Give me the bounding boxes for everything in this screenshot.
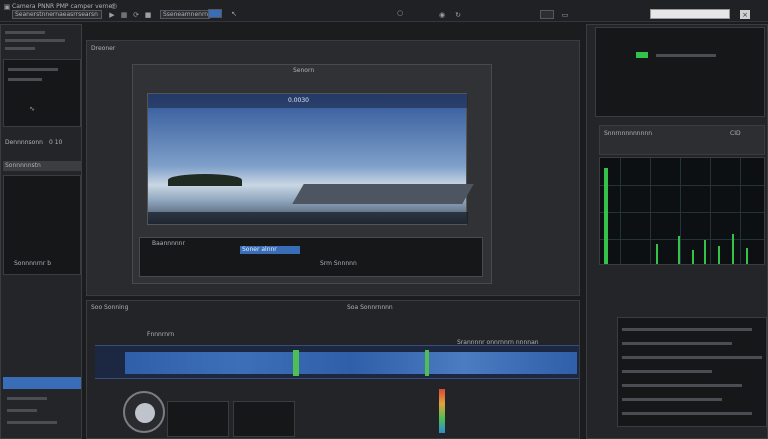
- timeline-center-label: Soa Sonnrnnnn: [347, 304, 393, 311]
- target-icon[interactable]: ◉: [438, 11, 446, 19]
- top-right-field[interactable]: [650, 9, 730, 19]
- scope-readout: CID: [730, 130, 741, 137]
- viewer-bottom-panel: Baannnnnr Soner alnnr Srm Snnnnn: [139, 237, 483, 277]
- info-icon[interactable]: ◎: [110, 2, 118, 10]
- left-tab[interactable]: Sonnnnnstn: [3, 161, 81, 171]
- preview-value: 0.0030: [288, 97, 309, 104]
- close-icon[interactable]: ×: [740, 10, 750, 19]
- right-bottom-box: [617, 317, 767, 427]
- viewer-bottom-tab[interactable]: Soner alnnr: [240, 246, 300, 254]
- left-label-a: Dennnnsonn: [5, 139, 43, 146]
- scope-display: [599, 157, 765, 265]
- grid-icon[interactable]: ▦: [120, 11, 128, 19]
- window-title: Camera PNNR PMP camper verner: [12, 3, 115, 10]
- right-panel: Snnrnnnnnnnnn CID: [586, 24, 768, 439]
- preview-scrub[interactable]: [148, 212, 468, 224]
- menu-bar: ▣ Camera PNNR PMP camper verner ◎ Seaner…: [0, 0, 768, 22]
- screen-button[interactable]: [540, 10, 554, 19]
- scope-header: Snnrnnnnnnnnn CID: [599, 125, 765, 155]
- left-viewport: ∿: [3, 59, 81, 127]
- dial-fill: [135, 403, 155, 423]
- stop-icon[interactable]: ■: [144, 11, 152, 19]
- ring-icon[interactable]: ○: [395, 8, 405, 18]
- left-list-label: Sonnnnrnr b: [14, 260, 52, 267]
- viewer-bottom-right-label: Srm Snnnnn: [320, 260, 357, 267]
- island: [168, 174, 242, 186]
- doc-tab[interactable]: Seanerstnnernaeasrrsearsn: [12, 10, 102, 19]
- left-selected-row[interactable]: [3, 377, 81, 389]
- clip-marker-b[interactable]: [425, 350, 429, 376]
- toggle-switch[interactable]: [208, 9, 222, 18]
- viewer-tab[interactable]: Dreoner: [91, 45, 115, 52]
- left-panel: ∿ Dennnnsonn 0 10 Sonnnnnstn Sonnnnrnr b: [0, 24, 82, 439]
- road: [292, 184, 474, 204]
- clip-marker-a[interactable]: [293, 350, 299, 376]
- waveform-track: [125, 352, 577, 374]
- timeline-panel: Soo Sonning Soa Sonnrnnnn Fnnnrnrn Srann…: [86, 300, 580, 439]
- scope-title: Snnrnnnnnnnnn: [604, 130, 652, 137]
- timeline-tab[interactable]: Soo Sonning: [91, 304, 128, 311]
- green-indicator: [636, 52, 648, 58]
- play-icon[interactable]: ▶: [108, 11, 116, 19]
- loop-icon[interactable]: ⟳: [132, 11, 140, 19]
- mini-graph-b: [233, 401, 295, 437]
- video-preview: 0.0030: [147, 93, 474, 225]
- cursor-icon[interactable]: ↖: [230, 10, 238, 18]
- dial[interactable]: [123, 391, 165, 433]
- left-readout: 0 10: [49, 139, 63, 146]
- timeline-track-label: Fnnnrnrn: [147, 331, 175, 338]
- viewer-frame: Senorn 0.0030 Baannnnnr Soner alnnr Srm …: [132, 64, 492, 284]
- monitor-icon[interactable]: ▭: [560, 10, 570, 19]
- mini-graph-a: [167, 401, 229, 437]
- waveform-icon: ∿: [29, 105, 35, 113]
- app-icon[interactable]: ▣: [3, 3, 11, 11]
- search-field[interactable]: Sseneamnenrnnsrn: [160, 10, 221, 19]
- viewer-bottom-left-label: Baannnnnr: [152, 240, 185, 247]
- left-tree: Sonnnnrnr b: [3, 175, 81, 275]
- track-strip[interactable]: [95, 345, 579, 379]
- right-top-box: [595, 27, 765, 117]
- sync-icon[interactable]: ↻: [454, 11, 462, 19]
- level-meter: [439, 389, 445, 433]
- viewer-header-field[interactable]: Senorn: [293, 67, 314, 74]
